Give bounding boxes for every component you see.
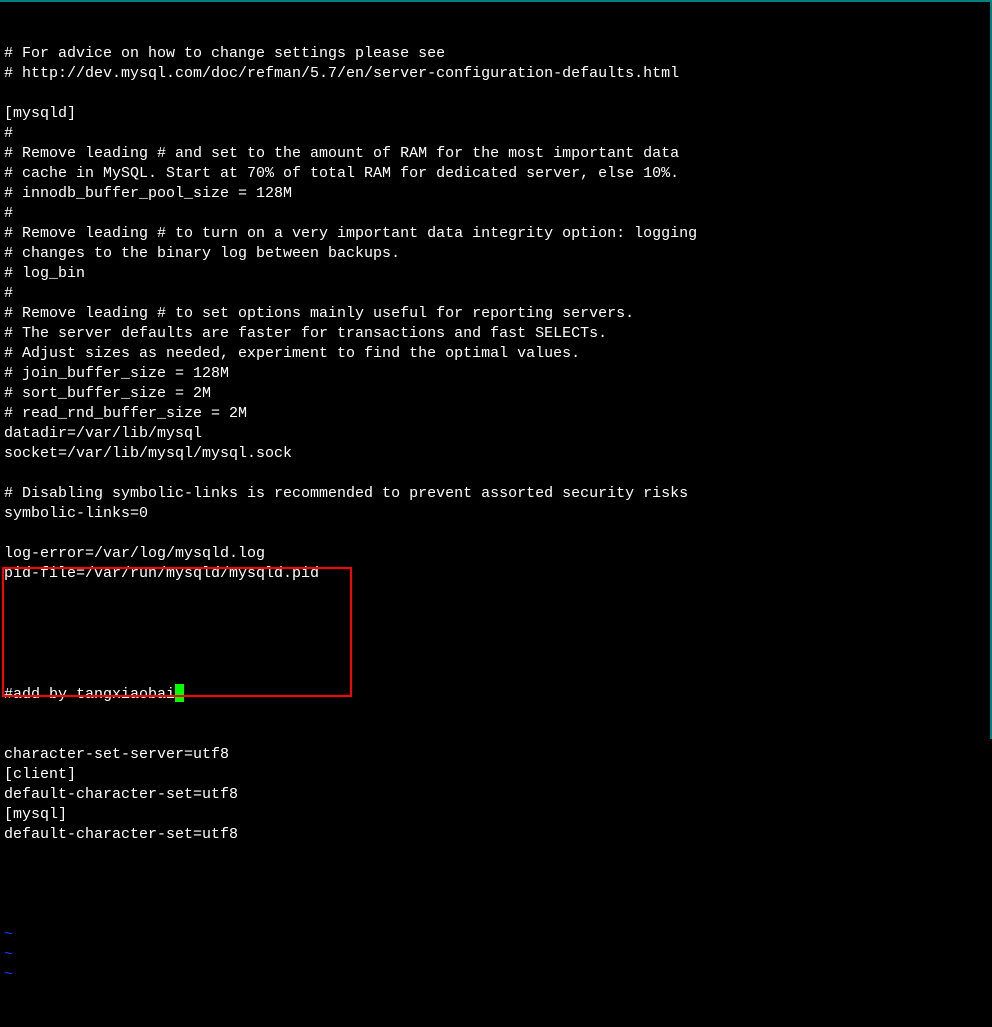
terminal-line: # Remove leading # to set options mainly… (4, 304, 986, 324)
terminal-line: [mysql] (4, 805, 986, 825)
terminal-line (4, 524, 986, 544)
terminal-content: # For advice on how to change settings p… (4, 44, 986, 604)
terminal-line: symbolic-links=0 (4, 504, 986, 524)
terminal-line: datadir=/var/lib/mysql (4, 424, 986, 444)
terminal-line: # log_bin (4, 264, 986, 284)
terminal-line: # join_buffer_size = 128M (4, 364, 986, 384)
terminal-line: pid-file=/var/run/mysqld/mysqld.pid (4, 564, 986, 584)
terminal-line: # http://dev.mysql.com/doc/refman/5.7/en… (4, 64, 986, 84)
terminal-line (4, 584, 986, 604)
terminal-line: socket=/var/lib/mysql/mysql.sock (4, 444, 986, 464)
terminal-editor[interactable]: # For advice on how to change settings p… (0, 2, 990, 1027)
vim-tilde-line: ~ (4, 965, 986, 985)
terminal-line: # Adjust sizes as needed, experiment to … (4, 344, 986, 364)
terminal-line (4, 464, 986, 484)
terminal-line: default-character-set=utf8 (4, 825, 986, 845)
terminal-line: # (4, 204, 986, 224)
terminal-boxed-section: #add by tangxiaobai character-set-server… (4, 644, 986, 885)
terminal-line: # Disabling symbolic-links is recommende… (4, 484, 986, 504)
terminal-line: # read_rnd_buffer_size = 2M (4, 404, 986, 424)
terminal-line: # innodb_buffer_pool_size = 128M (4, 184, 986, 204)
terminal-line: # Remove leading # and set to the amount… (4, 144, 986, 164)
end-of-buffer: ~~~ (4, 925, 986, 985)
terminal-line: # For advice on how to change settings p… (4, 44, 986, 64)
cursor-line-text: #add by tangxiaobai (4, 686, 175, 703)
vim-tilde-line: ~ (4, 945, 986, 965)
terminal-line: character-set-server=utf8 (4, 745, 986, 765)
terminal-line: # changes to the binary log between back… (4, 244, 986, 264)
terminal-line: # (4, 284, 986, 304)
cursor (175, 684, 184, 702)
vim-tilde-line: ~ (4, 925, 986, 945)
terminal-line (4, 84, 986, 104)
terminal-line: # Remove leading # to turn on a very imp… (4, 224, 986, 244)
terminal-line: log-error=/var/log/mysqld.log (4, 544, 986, 564)
terminal-line: [client] (4, 765, 986, 785)
terminal-line: default-character-set=utf8 (4, 785, 986, 805)
terminal-line: # cache in MySQL. Start at 70% of total … (4, 164, 986, 184)
terminal-line: [mysqld] (4, 104, 986, 124)
terminal-line: # (4, 124, 986, 144)
terminal-line: # The server defaults are faster for tra… (4, 324, 986, 344)
terminal-line: # sort_buffer_size = 2M (4, 384, 986, 404)
